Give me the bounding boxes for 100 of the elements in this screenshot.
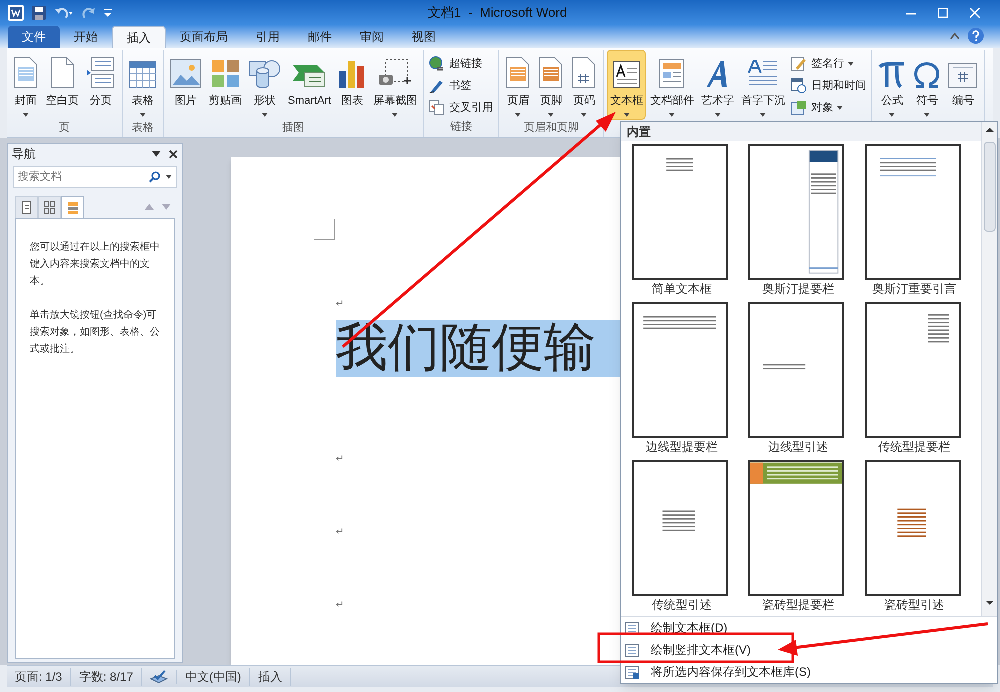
ribbon-button[interactable]: 日期和时间 <box>789 76 868 96</box>
search-icon[interactable] <box>149 171 161 183</box>
status-item[interactable]: 插入 <box>250 668 292 686</box>
ribbon-button[interactable]: 首字下沉 <box>738 50 788 120</box>
status-item[interactable]: 页面: 1/3 <box>7 668 72 686</box>
bookmark-icon <box>429 78 446 94</box>
pane-tab[interactable] <box>38 196 61 218</box>
help-paragraph: 单击放大镜按钮(查找命令)可搜索对象，如图形、表格、公式或批注。 <box>30 308 160 357</box>
ribbon-tab[interactable]: 文件 <box>8 26 60 48</box>
menu-item[interactable]: 将所选内容保存到文本框库(S) <box>621 661 997 683</box>
caret-icon <box>166 175 172 179</box>
page-icon <box>20 200 32 214</box>
ribbon-button[interactable]: 对象 <box>789 98 868 118</box>
blank-page-icon <box>50 57 76 89</box>
status-item[interactable]: 中文(中国) <box>177 668 250 686</box>
paragraph-mark: ↵ <box>336 600 344 611</box>
gallery-scrollbar[interactable] <box>981 122 997 616</box>
ribbon-button[interactable]: 文本框 <box>607 50 646 120</box>
pane-title: 导航 <box>12 146 36 163</box>
bar-chart-icon <box>338 59 366 89</box>
page-preview-icon <box>632 302 728 438</box>
group-label: 表格 <box>132 121 154 136</box>
proofing-check-icon[interactable] <box>150 670 168 684</box>
help-icon[interactable] <box>968 28 984 44</box>
page-preview-icon <box>632 460 728 596</box>
pane-menu-icon[interactable] <box>152 151 161 157</box>
pane-tab[interactable] <box>61 196 84 218</box>
ribbon-button[interactable]: 签名行 <box>789 54 868 74</box>
omega-icon <box>913 61 942 89</box>
ribbon-tab[interactable]: 页面布局 <box>166 26 242 48</box>
ribbon-tab[interactable]: 视图 <box>398 26 450 48</box>
ribbon-tab[interactable]: 审阅 <box>346 26 398 48</box>
page-preview-icon <box>864 302 961 438</box>
undo-icon[interactable] <box>54 6 74 20</box>
page-preview-icon <box>748 144 844 280</box>
cross-reference-icon <box>429 100 446 116</box>
ribbon-tab[interactable]: 插入 <box>112 26 166 48</box>
ribbon-tab[interactable]: 引用 <box>242 26 294 48</box>
ribbon-button[interactable]: 封面 <box>10 50 42 120</box>
ribbon-button[interactable]: 页眉 <box>502 50 534 120</box>
ribbon-button[interactable]: 页码 <box>568 50 600 120</box>
footer-page-icon <box>538 57 564 89</box>
object-icon <box>791 100 808 116</box>
calendar-clock-icon <box>791 78 808 94</box>
group-label: 插图 <box>282 121 305 136</box>
ribbon-button[interactable]: SmartArt <box>285 50 334 120</box>
close-icon[interactable] <box>169 150 178 158</box>
ribbon-button[interactable]: 交叉引用 <box>427 98 496 118</box>
page-preview-icon <box>748 302 844 438</box>
ribbon-button[interactable]: 剪贴画 <box>206 50 245 120</box>
numbering-icon <box>948 63 978 89</box>
table-icon <box>129 61 157 89</box>
ribbon-button[interactable]: 页脚 <box>535 50 568 120</box>
shapes-icon <box>249 59 281 89</box>
ribbon-button[interactable]: 图表 <box>335 50 370 120</box>
thumbnails-icon <box>44 200 56 214</box>
scroll-thumb[interactable] <box>984 142 996 232</box>
margin-corner-mark <box>314 219 336 241</box>
ribbon-button[interactable]: 艺术字 <box>698 50 738 120</box>
customize-menu-icon[interactable] <box>104 8 112 18</box>
page-preview-icon <box>748 460 844 596</box>
word-app-icon <box>8 4 24 20</box>
search-field[interactable]: 搜索文档 <box>13 166 177 188</box>
picture-icon <box>170 59 202 89</box>
ribbon-button[interactable]: 分页 <box>83 50 119 120</box>
redo-icon[interactable] <box>82 6 96 20</box>
maximize-icon[interactable] <box>938 8 948 18</box>
ribbon-button[interactable]: 形状 <box>246 50 284 120</box>
ribbon-button[interactable]: 空白页 <box>43 50 82 120</box>
paragraph-mark: ↵ <box>336 299 344 310</box>
cover-page-icon <box>13 57 39 89</box>
ribbon-button[interactable]: 书签 <box>427 76 496 96</box>
ribbon-button[interactable]: 表格 <box>126 50 160 120</box>
ribbon-tab[interactable]: 开始 <box>60 26 112 48</box>
group-label: 链接 <box>450 120 472 135</box>
ribbon-button[interactable]: 文档部件 <box>647 50 698 120</box>
page-break-icon <box>86 57 116 89</box>
ribbon-button[interactable]: 屏幕截图 <box>370 50 420 120</box>
save-icon[interactable] <box>32 6 46 20</box>
ribbon-button[interactable]: 符号 <box>910 50 944 120</box>
window-title: 文档1 - Microsoft Word <box>428 4 568 22</box>
page-preview-icon <box>864 144 961 280</box>
header-page-icon <box>505 57 532 89</box>
group-label: 页眉和页脚 <box>524 121 579 136</box>
page-preview-icon <box>864 460 961 596</box>
clip-art-icon <box>210 59 240 89</box>
paragraph-mark: ↵ <box>336 527 344 538</box>
pane-tab[interactable] <box>15 196 38 218</box>
status-item[interactable]: 字数: 8/17 <box>71 668 142 686</box>
ribbon-button[interactable]: 图片 <box>167 50 205 120</box>
pi-icon <box>878 61 906 89</box>
collapse-ribbon-icon[interactable] <box>950 32 960 40</box>
ribbon-tab[interactable]: 邮件 <box>294 26 346 48</box>
gallery-heading: 内置 <box>627 124 651 140</box>
page-preview-icon <box>632 144 728 280</box>
ribbon-button[interactable]: 公式 <box>875 50 910 120</box>
ribbon-button[interactable]: 编号 <box>945 50 982 120</box>
document-parts-icon <box>659 59 686 89</box>
ribbon-button[interactable]: 超链接 <box>427 54 496 74</box>
paragraph-mark: ↵ <box>336 454 344 465</box>
